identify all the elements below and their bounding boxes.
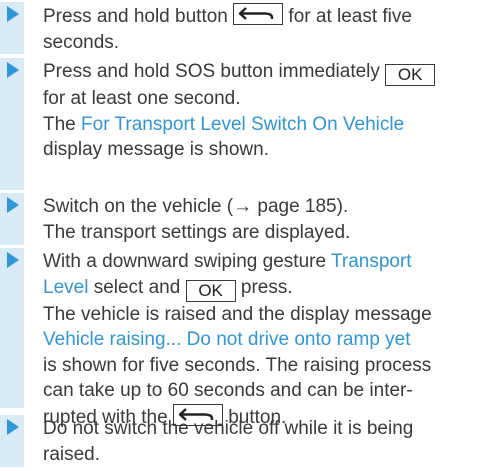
ok-button-key: OK	[385, 64, 436, 86]
step-text: select and	[88, 276, 186, 298]
step-5: Do not switch the vehicle off while it i…	[43, 416, 473, 467]
step-arrow-icon	[7, 62, 19, 78]
step-text: raised.	[43, 443, 101, 465]
step-text: With a downward swiping gesture	[43, 251, 331, 272]
result-text: can take up to 60 seconds and can be int…	[43, 380, 413, 401]
result-text: is shown for five seconds. The raising p…	[43, 354, 432, 376]
step-text: Press and hold SOS button immediately	[43, 61, 386, 82]
result-text: The	[43, 113, 82, 135]
menu-item-text: Transport	[330, 251, 412, 272]
step-text: Switch on the vehicle (→ page 185).	[43, 196, 349, 217]
back-button-key	[233, 3, 284, 25]
step-text: Press and hold button	[43, 6, 234, 27]
step-text: Do not switch the vehicle off while it i…	[43, 418, 414, 439]
step-text: seconds.	[43, 31, 120, 53]
display-message: For Transport Level Switch On Vehicle	[81, 113, 405, 135]
step-3: Switch on the vehicle (→ page 185). The …	[43, 194, 473, 245]
step-marker-bar	[0, 248, 24, 408]
step-arrow-icon	[7, 252, 19, 268]
step-text: for at least five	[283, 6, 412, 27]
step-text: press.	[235, 276, 293, 298]
ok-button-key: OK	[185, 279, 236, 302]
back-arrow-icon	[238, 7, 274, 20]
step-arrow-icon	[7, 197, 19, 213]
result-text: The transport settings are displayed.	[43, 221, 351, 243]
step-text: for at least one second.	[43, 88, 241, 109]
step-1: Press and hold button for at least five …	[43, 3, 473, 55]
result-text: The vehicle is raised and the display me…	[43, 303, 432, 325]
instruction-page: Press and hold button for at least five …	[0, 0, 478, 471]
step-4: With a downward swiping gesture Transpor…	[43, 249, 473, 430]
display-message: Vehicle raising... Do not drive onto ram…	[43, 329, 411, 350]
step-2: Press and hold SOS button immediately OK…	[43, 59, 473, 163]
result-text: display message is shown.	[43, 139, 269, 160]
step-arrow-icon	[7, 419, 19, 435]
menu-item-text: Level	[43, 276, 89, 298]
step-arrow-icon	[7, 6, 19, 22]
